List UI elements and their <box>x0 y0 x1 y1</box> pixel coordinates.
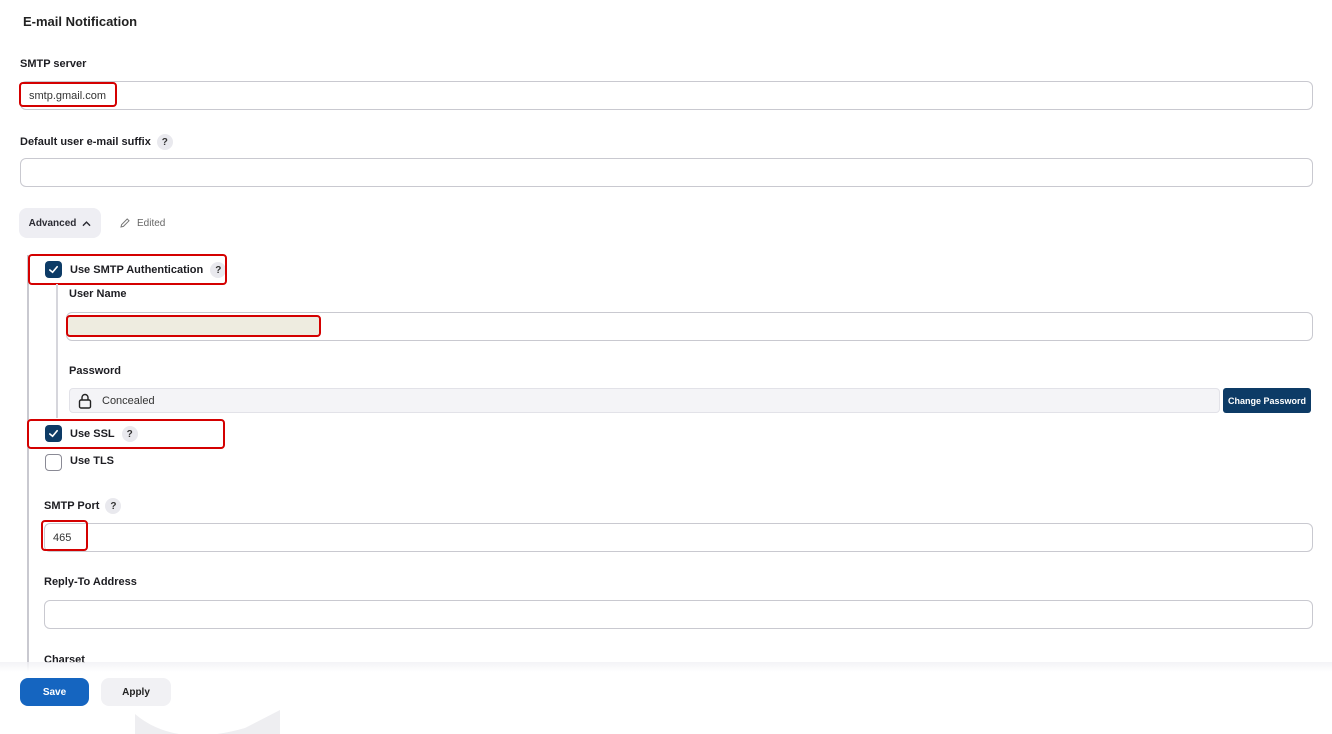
pencil-icon <box>120 218 130 228</box>
password-label: Password <box>69 365 121 377</box>
use-tls-label: Use TLS <box>70 455 114 467</box>
auth-section-rail <box>56 284 58 418</box>
section-title: E-mail Notification <box>23 14 138 29</box>
lock-icon <box>78 393 92 409</box>
password-label-text: Password <box>69 365 121 377</box>
smtp-port-value: 465 <box>53 531 72 544</box>
smtp-auth-checkbox[interactable] <box>45 261 62 278</box>
chevron-up-icon <box>83 220 91 226</box>
default-suffix-label-text: Default user e-mail suffix <box>20 136 151 148</box>
edited-label: Edited <box>137 217 166 229</box>
edited-indicator: Edited <box>119 217 165 229</box>
advanced-section-rail <box>27 255 29 675</box>
reply-to-label: Reply-To Address <box>44 576 137 588</box>
use-ssl-checkbox[interactable] <box>45 425 62 442</box>
smtp-server-value: smtp.gmail.com <box>29 89 107 102</box>
smtp-server-input[interactable]: smtp.gmail.com <box>20 81 1313 110</box>
use-ssl-label-text: Use SSL <box>70 428 115 440</box>
help-icon[interactable]: ? <box>121 426 138 442</box>
smtp-auth-label-text: Use SMTP Authentication <box>70 264 204 276</box>
save-button[interactable]: Save <box>20 678 89 706</box>
use-ssl-label: Use SSL ? <box>70 426 138 442</box>
help-icon[interactable]: ? <box>105 498 122 514</box>
help-icon[interactable]: ? <box>156 134 173 150</box>
check-icon <box>49 265 58 274</box>
advanced-label: Advanced <box>28 217 77 229</box>
smtp-auth-label: Use SMTP Authentication ? <box>70 262 227 278</box>
use-tls-label-text: Use TLS <box>70 455 115 467</box>
advanced-button[interactable]: Advanced <box>19 208 101 238</box>
smtp-port-label: SMTP Port ? <box>44 498 122 514</box>
use-tls-checkbox[interactable] <box>45 454 62 471</box>
change-password-button[interactable]: Change Password <box>1223 388 1311 413</box>
smtp-port-label-text: SMTP Port <box>44 500 100 512</box>
apply-button[interactable]: Apply <box>101 678 171 706</box>
username-redacted <box>68 317 320 335</box>
username-label-text: User Name <box>69 288 127 300</box>
default-suffix-input[interactable] <box>20 158 1313 187</box>
password-field: Concealed <box>69 388 1220 413</box>
password-value: Concealed <box>102 394 155 407</box>
help-icon[interactable]: ? <box>210 262 227 278</box>
username-label: User Name <box>69 288 126 300</box>
reply-to-input[interactable] <box>44 600 1313 629</box>
reply-to-label-text: Reply-To Address <box>44 576 137 588</box>
check-icon <box>49 429 58 438</box>
smtp-port-input[interactable]: 465 <box>44 523 1313 552</box>
smtp-server-label-text: SMTP server <box>20 58 87 70</box>
smtp-server-label: SMTP server <box>20 58 86 70</box>
default-suffix-label: Default user e-mail suffix ? <box>20 134 173 150</box>
